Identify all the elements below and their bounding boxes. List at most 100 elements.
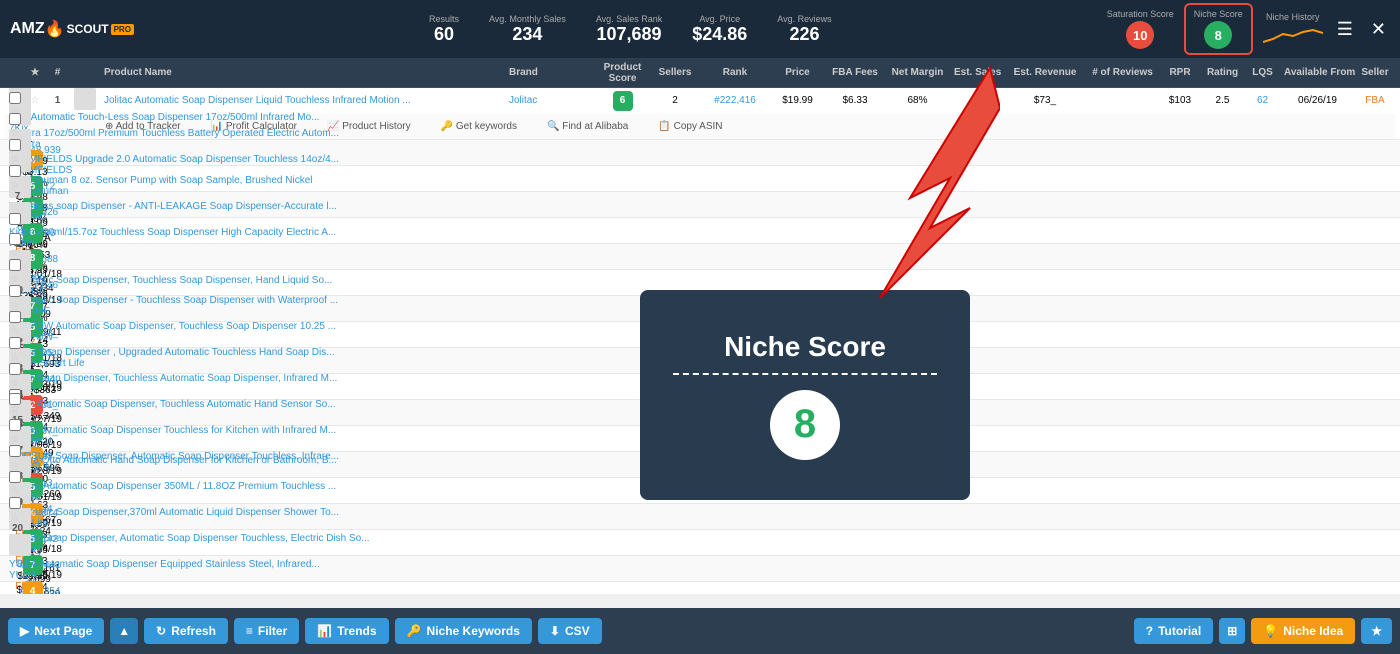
col-star: ★ [25, 67, 45, 78]
row-star[interactable]: ☆ [5, 434, 25, 445]
filter-icon: ≡ [246, 624, 253, 638]
trends-button[interactable]: 📊 Trends [305, 618, 388, 644]
row-check[interactable] [5, 497, 25, 512]
row-check[interactable] [5, 471, 25, 486]
niche-score-button[interactable]: Niche Score 8 [1184, 3, 1253, 55]
niche-score-label: Niche Score [1194, 9, 1243, 19]
niche-idea-label: Niche Idea [1283, 624, 1343, 638]
footer: ▶ Next Page ▲ ↻ Refresh ≡ Filter 📊 Trend… [0, 608, 1400, 654]
row-check[interactable] [5, 233, 25, 248]
get-keywords-link[interactable]: 🔑 Get keywords [441, 121, 517, 132]
star-button[interactable]: ★ [1361, 618, 1392, 644]
niche-history-label: Niche History [1263, 12, 1323, 22]
row-star[interactable]: ☆ [5, 378, 25, 389]
row-star[interactable]: ☆ [5, 300, 25, 311]
avg-reviews-stat: Avg. Reviews 226 [777, 14, 831, 45]
col-brand: Brand [505, 67, 595, 78]
tutorial-button[interactable]: ? Tutorial [1134, 618, 1213, 644]
logo-text: AMZ [10, 20, 45, 38]
avg-sales-rank-stat: Avg. Sales Rank 107,689 [596, 14, 662, 45]
trends-label: Trends [337, 624, 376, 638]
filter-label: Filter [258, 624, 287, 638]
row-star[interactable]: ☆ [5, 486, 25, 497]
col-rating: Rating [1200, 67, 1245, 78]
row-brand[interactable]: YUJIA [5, 570, 95, 581]
avg-price-label: Avg. Price [692, 14, 747, 24]
refresh-label: Refresh [171, 624, 216, 638]
row-star[interactable]: ☆ [5, 460, 25, 471]
col-sales: Est. Sales [950, 67, 1005, 78]
row-star[interactable]: ☆ [5, 128, 25, 139]
row-price: $19.99 [770, 95, 825, 106]
row-check[interactable] [5, 259, 25, 274]
trends-icon: 📊 [317, 624, 332, 638]
avg-reviews-label: Avg. Reviews [777, 14, 831, 24]
niche-keywords-button[interactable]: 🔑 Niche Keywords [395, 618, 532, 644]
row-check[interactable] [5, 165, 25, 180]
avg-price-value: $24.86 [692, 24, 747, 44]
col-fba: FBA Fees [825, 67, 885, 78]
row-check[interactable] [5, 213, 25, 228]
next-page-icon: ▶ [20, 624, 29, 638]
csv-button[interactable]: ⬇ CSV [538, 618, 602, 644]
table-header: ★ # Product Name Brand ProductScore Sell… [0, 58, 1400, 88]
row-star[interactable]: ☆ [5, 154, 25, 165]
niche-keywords-label: Niche Keywords [427, 624, 520, 638]
row-star[interactable]: ☆ [5, 248, 25, 259]
col-name: Product Name [100, 67, 505, 78]
filter-button[interactable]: ≡ Filter [234, 618, 299, 644]
avg-price-stat: Avg. Price $24.86 [692, 14, 747, 45]
keywords-icon: 🔑 [407, 624, 422, 638]
overlay-score-value: 8 [770, 390, 840, 460]
niche-history[interactable]: Niche History [1263, 12, 1323, 47]
row-fba-fees: $6.33 [825, 95, 885, 106]
row-rank: #222,416 [700, 95, 770, 106]
logo-fire-icon: 🔥 [45, 19, 65, 39]
row-star[interactable]: ☆ [5, 180, 25, 191]
find-alibaba-link[interactable]: 🔍 Find at Alibaba [547, 121, 628, 132]
avg-monthly-sales-stat: Avg. Monthly Sales 234 [489, 14, 566, 45]
next-page-button[interactable]: ▶ Next Page [8, 618, 104, 644]
row-check[interactable] [5, 419, 25, 434]
row-check[interactable] [5, 92, 25, 107]
next-page-arrow-button[interactable]: ▲ [110, 618, 138, 644]
copy-asin-link[interactable]: 📋 Copy ASIN [658, 121, 722, 132]
row-check[interactable] [5, 139, 25, 154]
csv-label: CSV [565, 624, 590, 638]
row-rpr: $103 [1160, 95, 1200, 106]
refresh-button[interactable]: ↻ Refresh [144, 618, 228, 644]
overlay-title: Niche Score [724, 331, 886, 363]
row-check[interactable] [5, 337, 25, 352]
row-check[interactable] [5, 113, 25, 128]
footer-right: ? Tutorial ⊞ 💡 Niche Idea ★ [1134, 618, 1392, 644]
row-available-from: 06/26/19 [1280, 95, 1355, 106]
menu-icon[interactable]: ☰ [1333, 15, 1357, 44]
saturation-score: Saturation Score 10 [1107, 9, 1174, 49]
row-star[interactable]: ☆ [5, 274, 25, 285]
avg-monthly-sales-value: 234 [512, 24, 542, 44]
header-right: Saturation Score 10 Niche Score 8 Niche … [1107, 3, 1390, 55]
row-check[interactable] [5, 445, 25, 460]
row-star[interactable]: ☆ [5, 326, 25, 337]
row-lqs[interactable]: 62 [1245, 95, 1280, 106]
row-star[interactable]: ☆ [5, 352, 25, 363]
row-name[interactable]: YUJIA Automatic Soap Dispenser Equipped … [5, 559, 324, 570]
row-check[interactable] [5, 311, 25, 326]
row-check[interactable] [5, 285, 25, 300]
niche-idea-icon: 💡 [1263, 624, 1278, 638]
results-stat: Results 60 [429, 14, 459, 45]
niche-idea-button[interactable]: 💡 Niche Idea [1251, 618, 1355, 644]
col-price: Price [770, 67, 825, 78]
row-score: 6 [595, 91, 650, 111]
row-image [5, 534, 35, 559]
row-check[interactable] [5, 393, 25, 408]
row-rating: 2.5 [1200, 95, 1245, 106]
row-star[interactable]: ☆ [5, 408, 25, 419]
row-star[interactable]: ☆ [5, 512, 25, 523]
row-check[interactable] [5, 363, 25, 378]
niche-score-badge: 8 [1204, 21, 1232, 49]
logo: AMZ 🔥 SCOUT PRO [10, 19, 134, 39]
row-brand[interactable]: Jolitac [505, 95, 595, 106]
close-icon[interactable]: ✕ [1367, 15, 1390, 44]
tutorial-extra-button[interactable]: ⊞ [1219, 618, 1245, 644]
